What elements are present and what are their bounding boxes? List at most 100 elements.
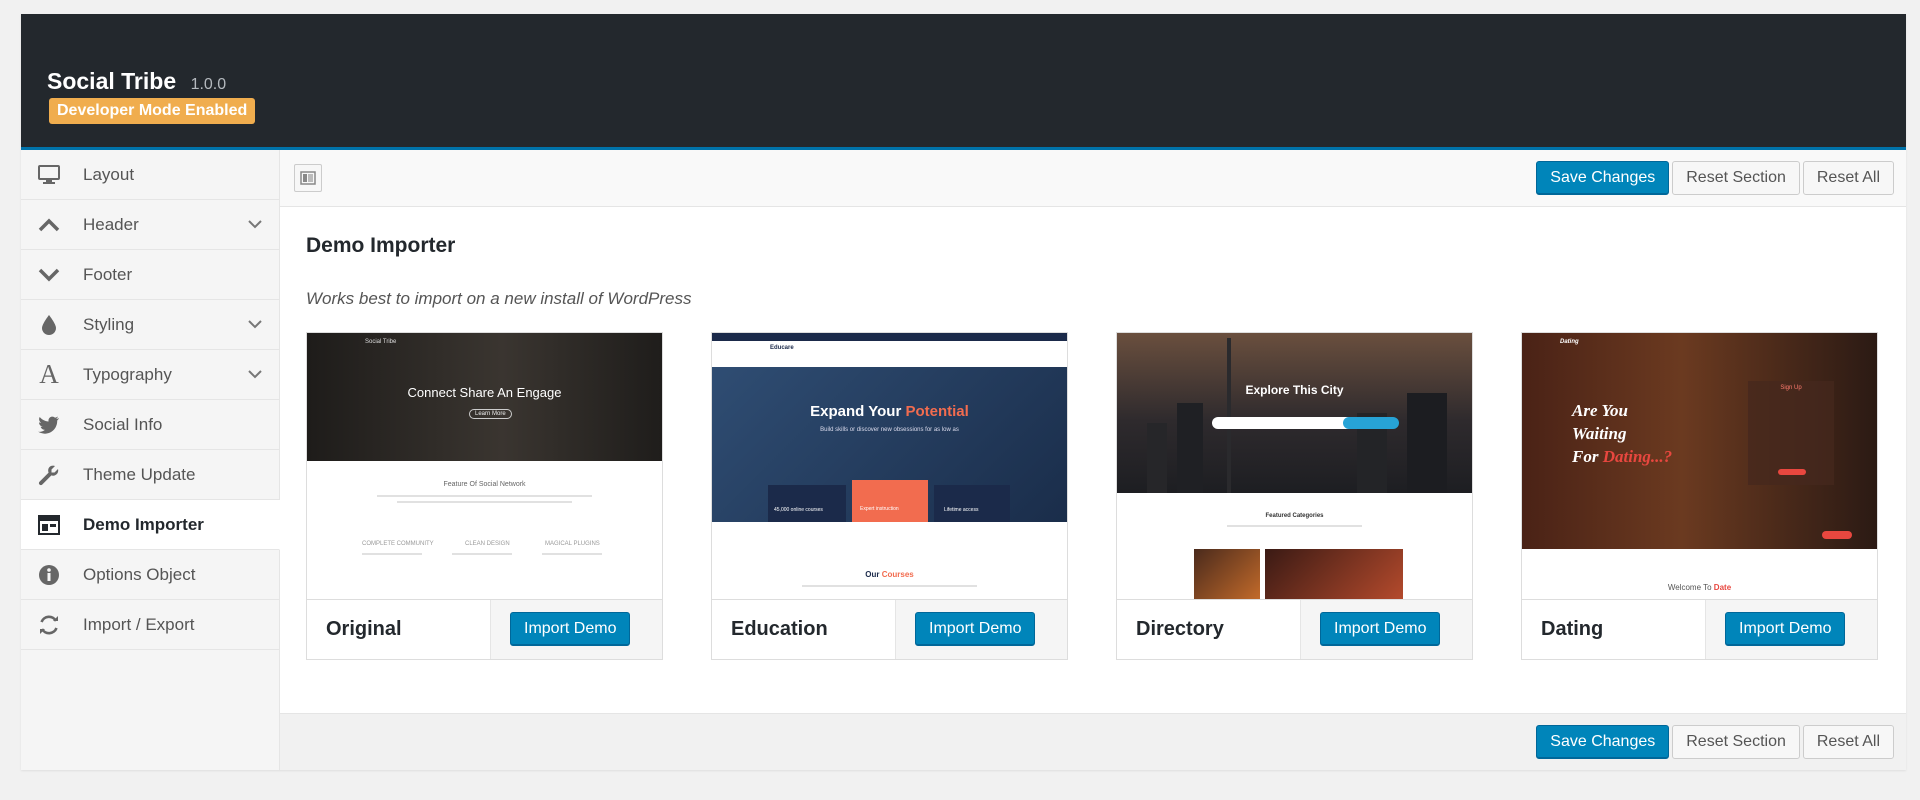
app-title: Social Tribe: [47, 68, 177, 94]
sidebar-item-layout[interactable]: Layout: [21, 150, 279, 200]
thumb-headline-b: Potential: [905, 403, 969, 420]
thumb-headline: Explore This City: [1245, 383, 1344, 397]
demo-thumbnail: Dating Are You Waiting For Dating...? Si…: [1522, 333, 1877, 600]
import-demo-button[interactable]: Import Demo: [510, 612, 631, 646]
typography-icon: A: [39, 359, 59, 389]
sidebar-item-label: Header: [83, 214, 139, 234]
demo-card-original: Social Tribe Connect Share An Engage Lea…: [306, 332, 663, 660]
demo-name: Original: [307, 600, 491, 659]
sidebar-item-import-export[interactable]: Import / Export: [21, 600, 279, 650]
sidebar-item-label: Typography: [83, 364, 172, 384]
demo-name: Dating: [1522, 600, 1706, 659]
sidebar-item-social-info[interactable]: Social Info: [21, 400, 279, 450]
expand-chevron-icon[interactable]: [247, 366, 263, 382]
sidebar-item-label: Styling: [83, 314, 135, 334]
thumb-logo: Dating: [1560, 339, 1579, 345]
thumb-stat: Lifetime access: [944, 507, 979, 513]
thumb-section-a: Welcome To: [1667, 583, 1714, 592]
thumb-section-title: Feature Of Social Network: [443, 481, 526, 488]
options-panel: Social Tribe 1.0.0 Developer Mode Enable…: [21, 14, 1906, 770]
thumb-section-b: Courses: [881, 570, 914, 579]
expand-chevron-icon[interactable]: [247, 316, 263, 332]
panel-toggle-icon: [300, 171, 316, 185]
thumb-headline: Connect Share An Engage: [407, 385, 562, 400]
demo-card-dating: Dating Are You Waiting For Dating...? Si…: [1521, 332, 1878, 660]
expand-chevron-icon[interactable]: [247, 216, 263, 232]
sidebar-item-label: Social Info: [83, 414, 163, 434]
demo-footer: Education Import Demo: [712, 600, 1067, 659]
info-icon: [37, 563, 61, 587]
demo-name: Education: [712, 600, 896, 659]
developer-mode-badge: Developer Mode Enabled: [49, 98, 256, 124]
app-version: 1.0.0: [190, 76, 227, 93]
sidebar-item-typography[interactable]: A Typography: [21, 350, 279, 400]
demo-card-directory: Explore This City Featured Categories Di…: [1116, 332, 1473, 660]
sidebar-item-label: Theme Update: [83, 464, 196, 484]
section-description: Works best to import on a new install of…: [306, 289, 692, 308]
brand: Social Tribe 1.0.0: [47, 68, 226, 95]
reset-all-button[interactable]: Reset All: [1802, 725, 1894, 759]
sidebar-toggle-button[interactable]: [294, 164, 322, 192]
thumb-cta: Learn More: [469, 409, 512, 419]
thumb-section-a: Our: [865, 570, 882, 579]
demo-footer: Original Import Demo: [307, 600, 662, 659]
sidebar-item-footer[interactable]: Footer: [21, 250, 279, 300]
save-changes-button[interactable]: Save Changes: [1536, 725, 1670, 759]
sidebar-item-label: Options Object: [83, 564, 196, 584]
main-content: Save Changes Reset Section Reset All Dem…: [280, 150, 1906, 770]
thumb-subtitle: Build skills or discover new obsessions …: [820, 427, 959, 433]
sidebar-item-label: Import / Export: [83, 614, 195, 634]
thumb-logo: Educare: [770, 345, 794, 351]
sidebar-item-demo-importer[interactable]: Demo Importer: [21, 500, 280, 550]
thumb-line3b: Dating...?: [1602, 447, 1673, 466]
thumb-headline-line: For Dating...?: [1572, 445, 1672, 468]
import-demo-button[interactable]: Import Demo: [915, 612, 1036, 646]
demo-thumbnail: Social Tribe Connect Share An Engage Lea…: [307, 333, 662, 600]
reset-all-button[interactable]: Reset All: [1802, 161, 1894, 195]
thumb-section-title: Our Courses: [712, 570, 1067, 579]
sidebar-item-label: Layout: [83, 164, 135, 184]
demo-thumbnail: Explore This City Featured Categories: [1117, 333, 1472, 600]
thumb-section-b: Date: [1713, 583, 1732, 592]
chevron-down-icon: [37, 263, 61, 287]
thumb-feature: MAGICAL PLUGINS: [545, 541, 600, 547]
thumb-logo: Social Tribe: [365, 339, 397, 345]
reset-section-button[interactable]: Reset Section: [1672, 725, 1800, 759]
bottom-action-bar: Save Changes Reset Section Reset All: [280, 713, 1906, 770]
thumb-section-title: Featured Categories: [1265, 513, 1324, 519]
reset-section-button[interactable]: Reset Section: [1672, 161, 1800, 195]
thumb-stat: 45,000 online courses: [774, 507, 823, 513]
layout-icon: [37, 513, 61, 537]
top-action-bar: Save Changes Reset Section Reset All: [280, 150, 1906, 207]
top-buttons: Save Changes Reset Section Reset All: [1536, 161, 1894, 195]
sidebar: Layout Header Footer Styling A Typograph…: [21, 150, 280, 770]
panel-header: Social Tribe 1.0.0 Developer Mode Enable…: [21, 14, 1906, 150]
thumb-stat: Expert instruction: [860, 506, 899, 512]
chevron-up-icon: [37, 213, 61, 237]
import-demo-button[interactable]: Import Demo: [1725, 612, 1846, 646]
thumb-form-title: Sign Up: [1780, 385, 1802, 391]
thumb-headline: Expand Your Potential: [712, 403, 1067, 420]
desktop-icon: [37, 163, 61, 187]
demo-footer: Dating Import Demo: [1522, 600, 1877, 659]
demo-name: Directory: [1117, 600, 1301, 659]
sidebar-item-label: Demo Importer: [83, 514, 204, 534]
droplet-icon: [37, 313, 61, 337]
thumb-line3a: For: [1572, 447, 1603, 466]
thumb-headline-line: Are You: [1572, 401, 1628, 420]
sidebar-item-header[interactable]: Header: [21, 200, 279, 250]
thumb-feature: COMPLETE COMMUNITY: [362, 541, 434, 547]
demo-footer: Directory Import Demo: [1117, 600, 1472, 659]
twitter-icon: [37, 413, 61, 437]
sidebar-item-options-object[interactable]: Options Object: [21, 550, 279, 600]
save-changes-button[interactable]: Save Changes: [1536, 161, 1670, 195]
section-title: Demo Importer: [306, 234, 456, 257]
demo-thumbnail: Educare Expand Your Potential Build skil…: [712, 333, 1067, 600]
thumb-headline-line: Waiting: [1572, 424, 1627, 443]
thumb-headline-a: Expand Your: [810, 403, 906, 420]
sidebar-item-theme-update[interactable]: Theme Update: [21, 450, 279, 500]
sidebar-item-styling[interactable]: Styling: [21, 300, 279, 350]
refresh-icon: [37, 613, 61, 637]
import-demo-button[interactable]: Import Demo: [1320, 612, 1441, 646]
demo-grid: Social Tribe Connect Share An Engage Lea…: [306, 332, 1878, 660]
